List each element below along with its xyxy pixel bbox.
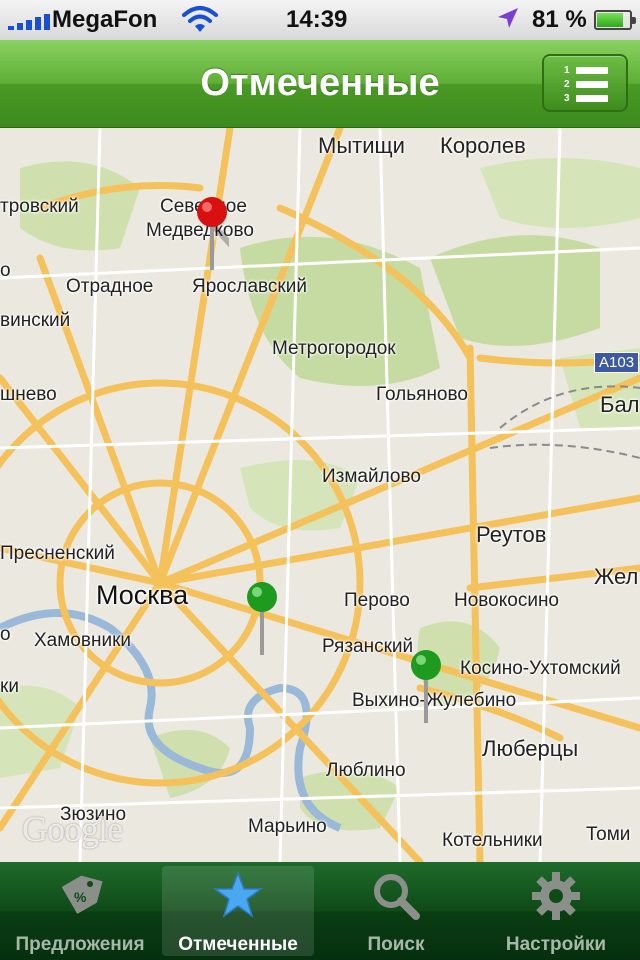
battery-icon	[594, 10, 636, 30]
tab-favorites[interactable]: Отмеченные	[162, 866, 314, 956]
wifi-icon	[182, 6, 218, 32]
tab-search[interactable]: Поиск	[316, 862, 476, 960]
page-title: Отмеченные	[200, 62, 440, 104]
place-label: Пресненский	[0, 543, 115, 564]
status-bar: MegaFon 14:39 81 %	[0, 0, 640, 40]
nav-bar: Отмеченные 1 2 3	[0, 40, 640, 128]
battery-fill	[597, 13, 623, 27]
tab-label: Предложения	[15, 934, 145, 955]
road-shield: A103	[594, 352, 640, 373]
carrier-name: MegaFon	[52, 6, 158, 33]
place-label: Косино-Ухтомский	[460, 658, 621, 679]
place-label: Люберцы	[482, 736, 579, 761]
place-label: о	[0, 624, 11, 645]
tab-offers[interactable]: % Предложения	[0, 862, 160, 960]
battery-percent: 81 %	[532, 6, 587, 33]
place-label: Королев	[440, 133, 526, 158]
list-row: 2	[564, 78, 608, 90]
place-label: Томи	[586, 824, 631, 845]
tab-label: Отмеченные	[178, 934, 298, 955]
map-view[interactable]: Мытищи Королев тровский Северное Медведк…	[0, 128, 640, 862]
place-label: Измайлово	[322, 466, 421, 487]
place-label: шнево	[0, 384, 57, 405]
green-map-pin[interactable]	[245, 581, 279, 661]
location-arrow-icon	[498, 8, 518, 28]
tag-icon: %	[61, 875, 103, 914]
signal-icon	[8, 14, 50, 30]
place-label: Рязанский	[322, 636, 414, 657]
place-label: Бал	[600, 392, 640, 417]
clock: 14:39	[286, 6, 348, 33]
tab-bar: % Предложения Отмеченные Поиск Настройки	[0, 862, 640, 960]
place-label: Жел	[594, 564, 639, 589]
search-icon	[374, 874, 420, 920]
place-label: Новокосино	[454, 590, 560, 611]
place-label: Хамовники	[34, 630, 131, 651]
place-label: Перово	[344, 590, 410, 611]
place-label: винский	[0, 310, 71, 331]
gear-icon	[532, 872, 580, 920]
tab-settings[interactable]: Настройки	[476, 862, 636, 960]
place-label: ки	[0, 676, 19, 697]
list-number: 2	[564, 78, 570, 90]
list-row: 3	[564, 92, 608, 104]
place-label: Реутов	[476, 522, 547, 547]
list-number: 3	[564, 92, 570, 104]
list-row: 1	[564, 64, 608, 76]
tab-label: Настройки	[505, 934, 607, 955]
red-map-pin[interactable]	[195, 196, 229, 276]
tab-label: Поиск	[367, 934, 425, 955]
place-label: Отрадное	[66, 276, 154, 297]
svg-text:%: %	[74, 889, 87, 905]
list-view-button[interactable]: 1 2 3	[542, 54, 628, 112]
star-icon	[212, 870, 264, 918]
place-label: Ярославский	[192, 276, 307, 297]
place-label: Люблино	[326, 760, 406, 781]
list-number: 1	[564, 64, 570, 76]
place-label: Гольяново	[376, 384, 468, 405]
place-label: Котельники	[442, 830, 543, 851]
place-label: тровский	[0, 196, 79, 217]
place-label: Метрогородок	[272, 338, 396, 359]
google-logo: Google	[22, 809, 123, 849]
green-map-pin[interactable]	[409, 649, 443, 729]
place-label: о	[0, 260, 11, 281]
place-label: Мытищи	[318, 133, 405, 158]
place-label: Марьино	[248, 816, 327, 837]
place-label-city: Москва	[96, 580, 189, 610]
